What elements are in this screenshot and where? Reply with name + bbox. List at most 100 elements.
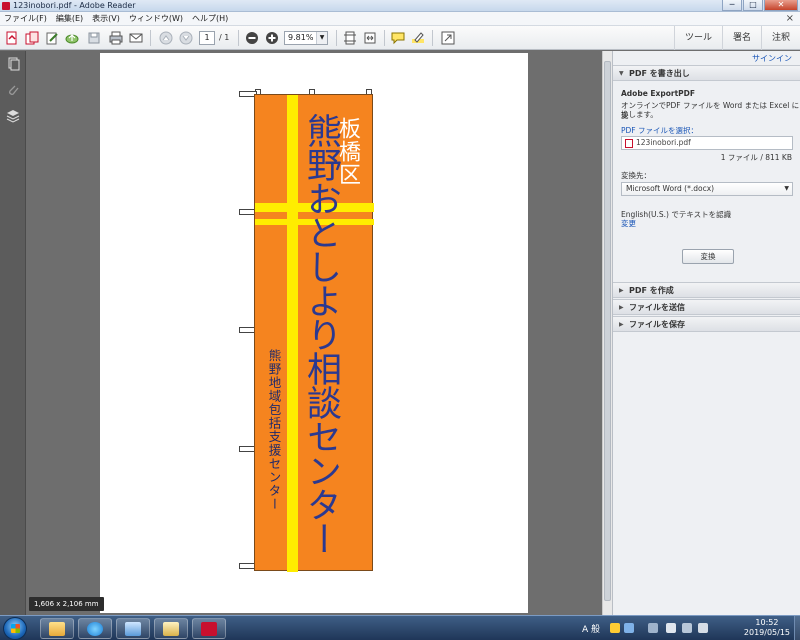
expanded-icon: ▼ [619, 70, 624, 77]
scrollbar-thumb[interactable] [604, 61, 611, 601]
section-export-pdf[interactable]: ▼ PDF を書き出し [613, 65, 800, 81]
highlight-icon[interactable] [410, 30, 426, 46]
ime-indicator[interactable]: A 般 [582, 622, 600, 635]
print-icon[interactable] [108, 30, 124, 46]
pdf-page: 板橋区 熊野おとしより相談センター 熊野地域包括支援センター [100, 53, 528, 613]
ocr-language-text: English(U.S.) でテキストを認識 [621, 210, 732, 219]
panel-tabs: ツール 署名 注釈 [673, 26, 800, 50]
save-icon[interactable] [86, 30, 102, 46]
show-desktop-button[interactable] [794, 616, 800, 640]
toolbar-separator [432, 30, 433, 46]
fullscreen-icon[interactable] [440, 30, 456, 46]
layers-icon[interactable] [6, 109, 20, 123]
clock[interactable]: 10:52 2019/05/15 [744, 618, 790, 638]
zoom-level-value: 9.81% [288, 33, 314, 42]
attachments-icon[interactable] [6, 83, 20, 97]
page-number-input[interactable]: 1 [199, 31, 215, 45]
minimize-button[interactable]: ─ [722, 0, 742, 11]
file-count: 1 ファイル / 811 KB [720, 153, 792, 162]
menu-file[interactable]: ファイル(F) [4, 13, 47, 24]
convert-button[interactable]: 変換 [682, 249, 734, 264]
close-button[interactable]: ✕ [764, 0, 798, 11]
taskbar-file-manager[interactable] [154, 618, 188, 639]
clock-date: 2019/05/15 [743, 628, 790, 637]
zoom-out-icon[interactable] [244, 30, 260, 46]
taskbar-adobe-reader[interactable] [192, 618, 226, 639]
toolbar-separator [238, 30, 239, 46]
change-language-link[interactable]: 変更 [621, 218, 636, 229]
network-icon[interactable] [682, 623, 692, 633]
page-total: / 1 [219, 33, 230, 42]
system-tray: A 般 10:52 2019/05/15 [570, 616, 800, 640]
toolbar-separator [384, 30, 385, 46]
menu-edit[interactable]: 編集(E) [56, 13, 83, 24]
page-thumbnails-icon[interactable] [6, 57, 20, 71]
edit-icon[interactable] [44, 30, 60, 46]
zoom-in-icon[interactable] [264, 30, 280, 46]
navigation-pane [0, 51, 26, 615]
ime-mode-icon[interactable] [624, 623, 634, 633]
section-create-pdf[interactable]: ▶ PDF を作成 [613, 282, 800, 298]
document-close-button[interactable]: × [786, 13, 794, 24]
toolbar: 1 / 1 9.81% ▼ ツール 署名 注釈 [0, 26, 800, 50]
fit-page-icon[interactable] [342, 30, 358, 46]
action-center-icon[interactable] [666, 623, 676, 633]
convert-to-label: 変換先： [621, 171, 651, 180]
next-page-icon[interactable] [178, 30, 194, 46]
menu-bar: ファイル(F) 編集(E) 表示(V) ウィンドウ(W) ヘルプ(H) × [0, 12, 800, 26]
combine-files-icon[interactable] [24, 30, 40, 46]
fit-width-icon[interactable] [362, 30, 378, 46]
windows-logo-icon [11, 624, 20, 633]
create-pdf-icon[interactable] [4, 30, 20, 46]
taskbar: A 般 10:52 2019/05/15 [0, 615, 800, 640]
banner-vertical-stripe [287, 95, 298, 572]
section-send-file[interactable]: ▶ ファイルを送信 [613, 299, 800, 315]
window-controls: ─ □ ✕ [721, 0, 798, 12]
tab-comment[interactable]: 注釈 [760, 26, 800, 50]
menu-view[interactable]: 表示(V) [92, 13, 120, 24]
internet-explorer-icon [87, 621, 103, 636]
collapsed-icon: ▶ [619, 321, 624, 328]
share-cloud-icon[interactable] [64, 30, 80, 46]
toolbar-separator [150, 30, 151, 46]
maximize-button[interactable]: □ [743, 0, 763, 11]
toolbar-separator [336, 30, 337, 46]
zoom-dropdown-icon[interactable]: ▼ [316, 32, 327, 44]
select-file-label[interactable]: PDF ファイルを選択： [621, 125, 698, 136]
window-title: 123inobori.pdf - Adobe Reader [13, 1, 136, 10]
title-bar: 123inobori.pdf - Adobe Reader ─ □ ✕ [0, 0, 800, 12]
signin-link[interactable]: サインイン [752, 53, 792, 64]
taskbar-internet-explorer[interactable] [78, 618, 112, 639]
pdf-file-icon [625, 139, 633, 148]
selected-file-name: 123inobori.pdf [636, 138, 691, 147]
selected-file[interactable]: 123inobori.pdf [621, 136, 793, 150]
control-panel-icon [125, 621, 141, 636]
convert-to-value: Microsoft Word (*.docx) [626, 184, 715, 193]
file-manager-icon [163, 621, 179, 636]
banner-main-text: 熊野おとしより相談センター [301, 113, 341, 555]
volume-icon[interactable] [698, 623, 708, 633]
clock-time: 10:52 [755, 618, 779, 627]
zoom-level-input[interactable]: 9.81% ▼ [284, 31, 328, 45]
folder-icon [49, 621, 65, 636]
convert-to-select[interactable]: Microsoft Word (*.docx) ▼ [621, 182, 793, 196]
taskbar-explorer[interactable] [40, 618, 74, 639]
menu-window[interactable]: ウィンドウ(W) [129, 13, 183, 24]
adobe-reader-icon [201, 621, 217, 636]
chevron-down-icon: ▼ [784, 185, 789, 192]
collapsed-icon: ▶ [619, 304, 624, 311]
language-bar-icon[interactable] [648, 623, 658, 633]
menu-help[interactable]: ヘルプ(H) [192, 13, 228, 24]
comment-icon[interactable] [390, 30, 406, 46]
vertical-scrollbar[interactable] [602, 51, 612, 615]
tab-sign[interactable]: 署名 [721, 26, 761, 50]
section-save-file[interactable]: ▶ ファイルを保存 [613, 316, 800, 332]
tab-tools[interactable]: ツール [673, 26, 722, 50]
ime-tool-icon[interactable] [610, 623, 620, 633]
previous-page-icon[interactable] [158, 30, 174, 46]
tools-pane: サインイン ▼ PDF を書き出し Adobe ExportPDF オンラインで… [612, 51, 800, 615]
start-button[interactable] [3, 617, 27, 640]
document-view[interactable]: 板橋区 熊野おとしより相談センター 熊野地域包括支援センター 1,606 x 2… [26, 51, 612, 615]
taskbar-control-panel[interactable] [116, 618, 150, 639]
email-icon[interactable] [128, 30, 144, 46]
